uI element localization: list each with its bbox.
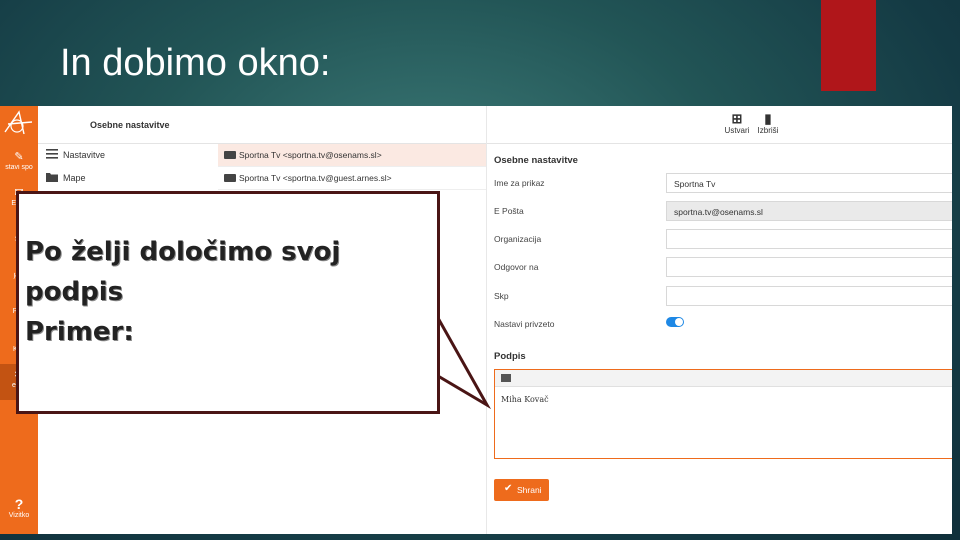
signature-editor[interactable]: Miha Kovač bbox=[494, 369, 952, 459]
field-label: E Pošta bbox=[494, 206, 524, 216]
account-row[interactable]: Sportna Tv <sportna.tv@guest.arnes.sl> bbox=[218, 167, 486, 190]
edit-icon: ✎ bbox=[14, 151, 24, 163]
delete-button[interactable]: ▮ Izbriši bbox=[753, 111, 783, 135]
check-icon: ✔ bbox=[504, 483, 513, 494]
rail-item-help[interactable]: ? Vizitko bbox=[0, 496, 38, 519]
red-accent-bar bbox=[821, 0, 876, 91]
rail-item-nastavi[interactable]: ✎ stavi spo bbox=[0, 146, 38, 182]
slide-title: In dobimo okno: bbox=[60, 42, 331, 84]
signature-title: Podpis bbox=[494, 351, 526, 362]
id-card-icon bbox=[224, 174, 236, 182]
save-button[interactable]: ✔ Shrani bbox=[494, 479, 549, 501]
field-label: Odgovor na bbox=[494, 262, 539, 272]
app-logo-icon bbox=[4, 110, 33, 135]
email-field[interactable]: sportna.tv@osenams.sl bbox=[666, 201, 952, 221]
editor-toolbar bbox=[495, 370, 952, 387]
section-title: Osebne nastavitve bbox=[494, 155, 578, 166]
default-toggle[interactable] bbox=[666, 317, 684, 327]
middle-header: Osebne nastavitve bbox=[38, 106, 486, 144]
callout-line: podpis bbox=[25, 277, 124, 307]
reply-to-input[interactable] bbox=[666, 257, 952, 277]
settings-form: ⊞ Ustvari ▮ Izbriši Osebne nastavitve Im… bbox=[486, 106, 952, 534]
signature-text[interactable]: Miha Kovač bbox=[495, 387, 952, 412]
settings-lines-icon bbox=[46, 149, 58, 159]
field-label: Organizacija bbox=[494, 234, 542, 244]
callout-line: Po želji določimo svoj bbox=[25, 237, 341, 267]
callout-box: Po želji določimo svoj podpis Primer: bbox=[16, 191, 440, 414]
create-button[interactable]: ⊞ Ustvari bbox=[722, 111, 752, 135]
callout-text: Po želji določimo svoj podpis Primer: bbox=[25, 232, 340, 352]
account-row[interactable]: Sportna Tv <sportna.tv@osenams.sl> bbox=[218, 144, 486, 167]
field-label: Skp bbox=[494, 291, 509, 301]
plus-icon: ⊞ bbox=[731, 111, 743, 126]
default-label: Nastavi privzeto bbox=[494, 319, 555, 329]
nav-item-mape[interactable]: Mape bbox=[38, 167, 218, 189]
divider bbox=[487, 143, 952, 144]
nav-item-nastavitve[interactable]: Nastavitve bbox=[38, 144, 218, 166]
callout-line: Primer: bbox=[25, 317, 134, 347]
display-name-input[interactable]: Sportna Tv bbox=[666, 173, 952, 193]
help-icon: ? bbox=[14, 496, 24, 512]
middle-title: Osebne nastavitve bbox=[90, 120, 170, 130]
image-icon[interactable] bbox=[501, 374, 511, 382]
field-label: Ime za prikaz bbox=[494, 178, 545, 188]
skp-input[interactable] bbox=[666, 286, 952, 306]
folder-icon bbox=[46, 173, 58, 182]
organization-input[interactable] bbox=[666, 229, 952, 249]
trash-icon: ▮ bbox=[764, 111, 772, 126]
id-card-icon bbox=[224, 151, 236, 159]
